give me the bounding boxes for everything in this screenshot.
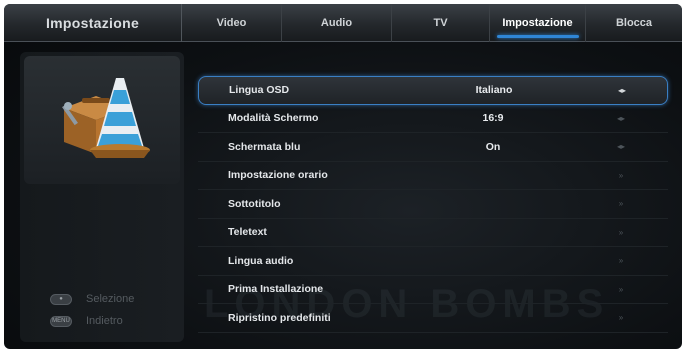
hint-selezione: ● Selezione <box>50 292 134 306</box>
menu-item-ripristino-predefiniti[interactable]: Ripristino predefiniti » <box>198 304 668 333</box>
left-right-arrows-icon[interactable]: ◂▸ <box>614 114 628 123</box>
submenu-arrow-icon[interactable]: » <box>614 171 628 180</box>
menu-item-lingua-audio[interactable]: Lingua audio » <box>198 247 668 276</box>
menu-item-label: Impostazione orario <box>228 169 328 182</box>
top-menu-bar: Impostazione Video Audio TV Impostazione… <box>4 4 682 42</box>
hint-label: Selezione <box>86 293 135 305</box>
tab-label: Impostazione <box>502 17 573 29</box>
submenu-arrow-icon[interactable]: » <box>614 285 628 294</box>
active-tab-indicator <box>496 35 579 38</box>
tab-blocca[interactable]: Blocca <box>586 4 682 42</box>
ok-key-icon: ● <box>50 293 72 305</box>
menu-item-label: Schermata blu <box>228 140 301 153</box>
menu-item-teletext[interactable]: Teletext » <box>198 219 668 247</box>
menu-item-schermata-blu[interactable]: Schermata blu On ◂▸ <box>198 133 668 162</box>
toolbox-cone-icon <box>62 78 150 158</box>
tab-audio[interactable]: Audio <box>282 4 392 42</box>
tab-label: Blocca <box>615 17 653 29</box>
menu-item-impostazione-orario[interactable]: Impostazione orario » <box>198 162 668 190</box>
menu-item-label: Lingua OSD <box>229 84 290 97</box>
menu-item-label: Prima Installazione <box>228 283 324 296</box>
left-right-arrows-icon[interactable]: ◂▸ <box>614 142 628 151</box>
tab-label: Audio <box>320 17 353 29</box>
hint-label: Indietro <box>86 315 123 327</box>
menu-item-value: 16:9 <box>482 112 504 125</box>
menu-item-value: On <box>485 140 501 153</box>
menu-item-value: Italiano <box>475 84 513 97</box>
menu-key-icon: MENU <box>50 315 72 327</box>
hint-indietro: MENU Indietro <box>50 314 123 328</box>
tv-settings-screen: Impostazione Video Audio TV Impostazione… <box>4 4 682 349</box>
menu-item-modalita-schermo[interactable]: Modalità Schermo 16:9 ◂▸ <box>198 105 668 133</box>
page-title: Impostazione <box>4 4 182 42</box>
tab-tv[interactable]: TV <box>392 4 490 42</box>
submenu-arrow-icon[interactable]: » <box>614 199 628 208</box>
submenu-arrow-icon[interactable]: » <box>614 313 628 322</box>
submenu-arrow-icon[interactable]: » <box>614 228 628 237</box>
tab-impostazione[interactable]: Impostazione <box>490 4 586 42</box>
sidebar-panel: ● Selezione MENU Indietro <box>20 52 184 342</box>
submenu-arrow-icon[interactable]: » <box>614 256 628 265</box>
menu-item-label: Sottotitolo <box>228 197 281 210</box>
tab-label: Video <box>216 17 247 29</box>
menu-item-label: Ripristino predefiniti <box>228 311 331 324</box>
settings-menu-list: Lingua OSD Italiano ◂▸ Modalità Schermo … <box>198 76 668 333</box>
left-right-arrows-icon[interactable]: ◂▸ <box>615 86 629 95</box>
menu-item-label: Teletext <box>228 226 267 239</box>
tab-video[interactable]: Video <box>182 4 282 42</box>
tab-label: TV <box>433 17 448 29</box>
menu-item-lingua-osd[interactable]: Lingua OSD Italiano ◂▸ <box>198 76 668 105</box>
menu-item-sottotitolo[interactable]: Sottotitolo » <box>198 190 668 219</box>
menu-item-label: Lingua audio <box>228 254 294 267</box>
settings-icon-box <box>24 56 180 184</box>
menu-item-prima-installazione[interactable]: Prima Installazione » <box>198 276 668 304</box>
menu-item-label: Modalità Schermo <box>228 112 319 125</box>
